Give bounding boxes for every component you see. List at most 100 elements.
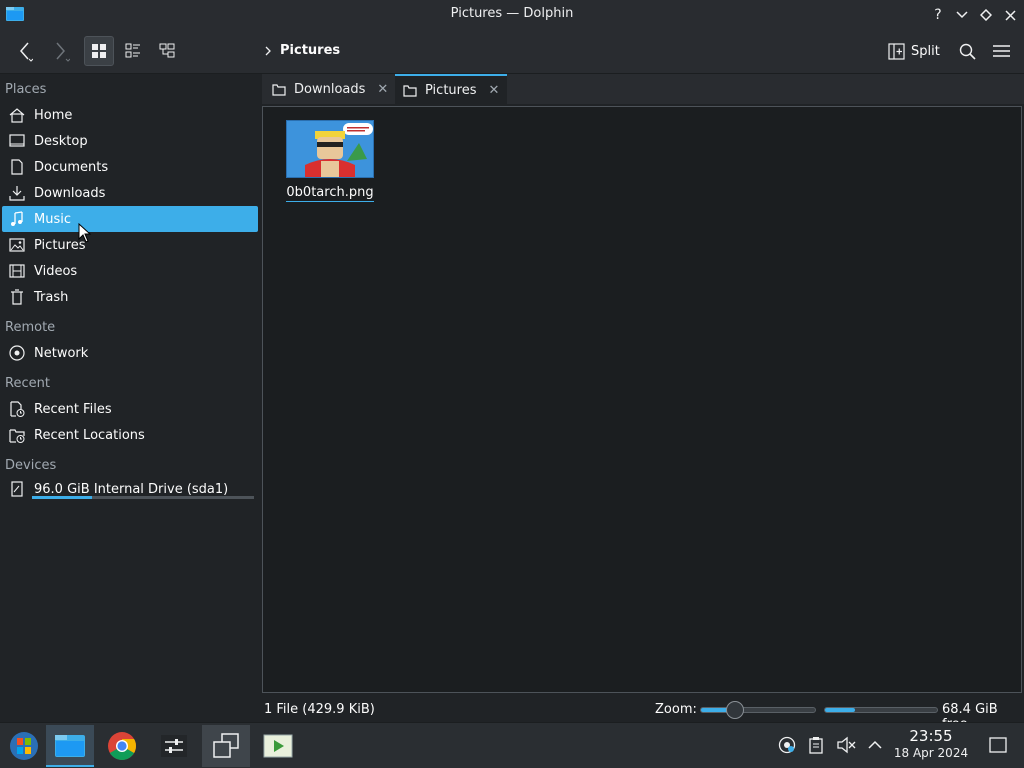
file-item[interactable]: 0b0tarch.png [285, 120, 375, 202]
split-button[interactable]: Split [888, 37, 940, 65]
show-desktop-icon [989, 737, 1007, 753]
task-window-switcher[interactable] [202, 725, 250, 767]
close-tab-icon[interactable]: ✕ [377, 82, 388, 97]
free-space-bar [824, 707, 938, 713]
maximize-icon [980, 9, 992, 21]
minimize-icon [956, 11, 968, 19]
details-view-icon [125, 43, 140, 58]
recent-locations-icon [8, 426, 26, 444]
task-media-player[interactable] [254, 725, 302, 767]
back-arrow-icon [20, 42, 33, 62]
sidebar-item-label: Videos [34, 263, 78, 279]
sidebar-item-music[interactable]: Music [2, 206, 258, 232]
split-view-icon [888, 42, 905, 60]
chevron-right-icon [265, 46, 271, 55]
back-button[interactable] [10, 36, 40, 66]
sidebar-item-documents[interactable]: Documents [2, 154, 258, 180]
chrome-icon [108, 732, 136, 760]
hamburger-menu-button[interactable] [986, 36, 1016, 66]
media-player-icon [263, 734, 293, 758]
breadcrumb: Pictures [264, 43, 340, 58]
sidebar-item-recent-files[interactable]: Recent Files [2, 396, 258, 422]
places-panel: Places Home Desktop Documents Downloads … [0, 75, 260, 696]
sidebar-item-label: Music [34, 211, 71, 227]
icons-view-button[interactable] [84, 36, 114, 66]
application-launcher[interactable] [0, 725, 48, 767]
downloads-icon [8, 184, 26, 202]
volume-muted-icon[interactable] [836, 735, 856, 755]
section-devices: Devices [5, 458, 57, 473]
task-chrome[interactable] [98, 725, 146, 767]
section-recent: Recent [5, 376, 50, 391]
drive-usage-bar [32, 496, 254, 499]
tab-bar: Downloads ✕ Pictures ✕ [262, 74, 1024, 104]
tree-view-icon [159, 43, 175, 58]
show-desktop-button[interactable] [988, 735, 1008, 755]
file-view[interactable]: 0b0tarch.png [262, 106, 1022, 693]
forward-button[interactable] [46, 36, 76, 66]
network-icon [8, 344, 26, 362]
sidebar-item-trash[interactable]: Trash [2, 284, 258, 310]
tab-label: Downloads [294, 81, 366, 97]
settings-sliders-icon [161, 735, 187, 757]
start-menu-icon [10, 732, 38, 760]
sidebar-item-pictures[interactable]: Pictures [2, 232, 258, 258]
task-dolphin[interactable] [46, 725, 94, 767]
dolphin-folder-icon [55, 735, 85, 757]
system-tray-expand-icon[interactable] [865, 735, 885, 755]
pictures-icon [8, 236, 26, 254]
task-system-settings[interactable] [150, 725, 198, 767]
section-remote: Remote [5, 320, 56, 335]
sidebar-item-label: Trash [34, 289, 69, 305]
close-tab-icon[interactable]: ✕ [488, 83, 499, 98]
grid-view-icon [92, 44, 106, 58]
sidebar-item-downloads[interactable]: Downloads [2, 180, 258, 206]
toolbar: Pictures Split [0, 30, 1024, 74]
title-bar: Pictures — Dolphin ? [0, 0, 1024, 30]
sidebar-item-home[interactable]: Home [2, 102, 258, 128]
sidebar-item-desktop[interactable]: Desktop [2, 128, 258, 154]
tree-view-button[interactable] [152, 36, 182, 66]
tab-pictures[interactable]: Pictures ✕ [395, 74, 508, 104]
documents-icon [8, 158, 26, 176]
window-title: Pictures — Dolphin [450, 6, 574, 21]
recent-files-icon [8, 400, 26, 418]
sidebar-item-label: Network [34, 345, 89, 361]
sidebar-item-network[interactable]: Network [2, 340, 258, 366]
tab-downloads[interactable]: Downloads ✕ [264, 74, 396, 104]
split-label: Split [911, 43, 940, 59]
trash-icon [8, 288, 26, 306]
mouse-cursor-icon [78, 223, 92, 243]
desktop-icon [8, 132, 26, 150]
music-icon [8, 210, 26, 228]
folder-icon [272, 83, 286, 96]
clipboard-icon[interactable] [806, 735, 826, 755]
sidebar-item-label: 96.0 GiB Internal Drive (sda1) [34, 481, 229, 497]
search-button[interactable] [952, 36, 982, 66]
close-window-button[interactable] [1000, 5, 1020, 25]
sidebar-item-label: Downloads [34, 185, 106, 201]
search-icon [959, 43, 976, 60]
taskbar: 23:55 18 Apr 2024 [0, 722, 1024, 768]
sidebar-item-label: Desktop [34, 133, 88, 149]
network-status-icon[interactable] [777, 735, 797, 755]
tab-label: Pictures [425, 82, 477, 98]
sidebar-item-recent-locations[interactable]: Recent Locations [2, 422, 258, 448]
hamburger-menu-icon [992, 45, 1010, 57]
folder-icon [403, 84, 417, 97]
details-view-button[interactable] [118, 36, 148, 66]
digital-clock[interactable]: 23:55 18 Apr 2024 [888, 727, 974, 760]
help-icon[interactable]: ? [928, 5, 948, 25]
sidebar-item-videos[interactable]: Videos [2, 258, 258, 284]
window-switcher-icon [213, 733, 239, 758]
clock-date: 18 Apr 2024 [893, 746, 969, 760]
maximize-button[interactable] [976, 5, 996, 25]
sidebar-item-label: Home [34, 107, 73, 123]
zoom-slider-handle[interactable] [726, 701, 745, 719]
status-summary: 1 File (429.9 KiB) [264, 702, 375, 717]
file-name: 0b0tarch.png [286, 185, 374, 202]
breadcrumb-pictures[interactable]: Pictures [280, 43, 340, 58]
zoom-slider[interactable] [700, 701, 816, 719]
drive-icon [8, 480, 26, 498]
minimize-button[interactable] [952, 5, 972, 25]
